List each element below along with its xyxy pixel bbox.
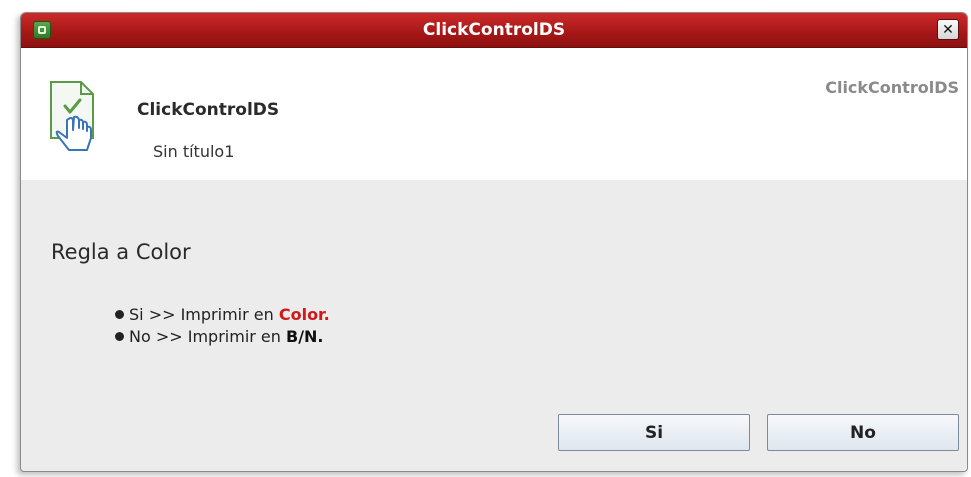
dialog-header: ClickControlDS Sin título1 ClickControlD… [21,48,967,180]
section-title: Regla a Color [51,240,191,264]
option-emphasis: B/N. [286,327,324,346]
header-document-name: Sin título1 [153,142,235,161]
close-icon: ✕ [942,21,954,38]
bullet-icon [115,332,124,341]
option-emphasis: Color. [278,305,330,324]
options-list: Si >> Imprimir en Color. No >> Imprimir … [115,304,330,348]
option-prefix: No >> Imprimir en [129,327,286,346]
option-color: Si >> Imprimir en Color. [115,304,330,326]
header-brand: ClickControlDS [825,78,959,97]
document-hand-icon [50,81,94,151]
dialog-window: ClickControlDS ✕ ClickControlDS Sin títu… [20,12,968,472]
bullet-icon [115,310,124,319]
no-button[interactable]: No [767,414,959,451]
option-bn: No >> Imprimir en B/N. [115,326,330,348]
title-bar[interactable]: ClickControlDS ✕ [21,13,967,48]
option-prefix: Si >> Imprimir en [129,305,279,324]
window-title: ClickControlDS [422,20,566,40]
header-app-name: ClickControlDS [137,100,280,120]
close-button[interactable]: ✕ [937,19,959,40]
yes-button[interactable]: Si [558,414,750,451]
